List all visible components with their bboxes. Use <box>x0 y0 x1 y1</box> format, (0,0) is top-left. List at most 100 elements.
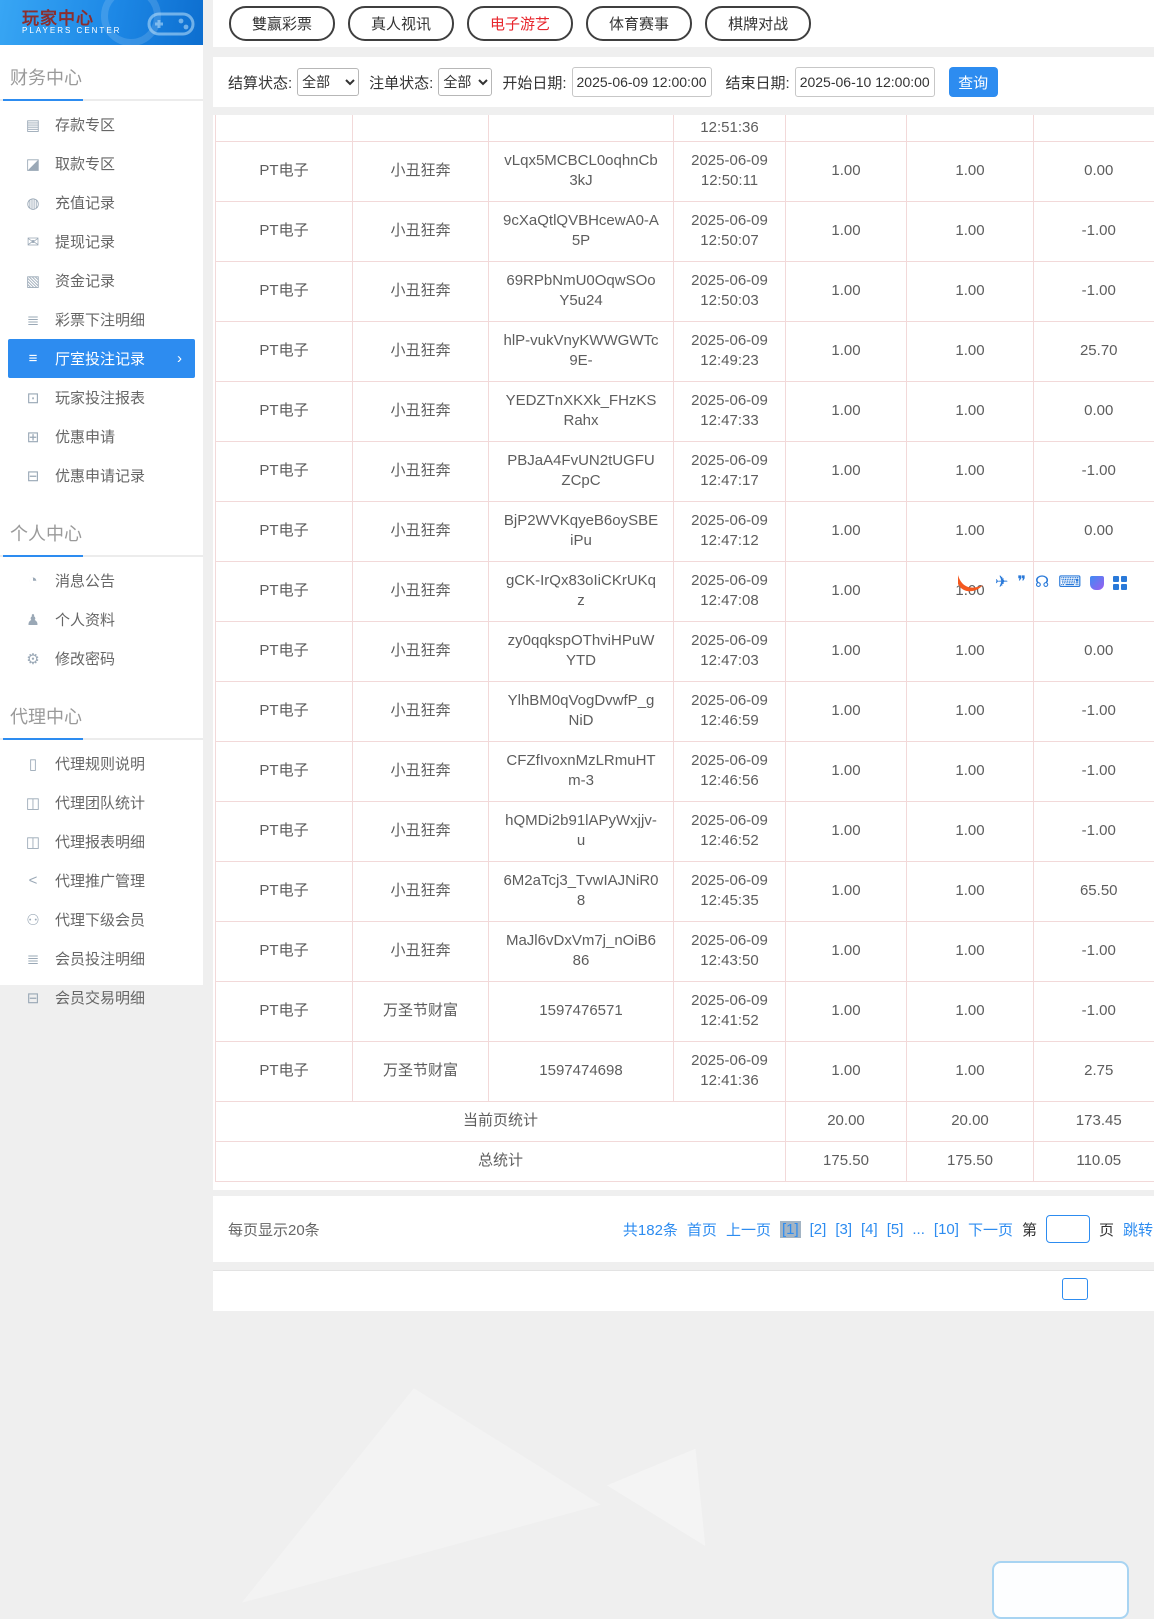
page-stats-winloss: 173.45 <box>1034 1101 1154 1141</box>
ime-logo[interactable] <box>956 572 986 594</box>
sidebar-item[interactable]: ≣彩票下注明细 <box>0 300 203 339</box>
order-status-label: 注单状态: <box>369 72 433 93</box>
last-page-link[interactable]: [10] <box>934 1221 959 1238</box>
plane-icon[interactable]: ✈ <box>995 573 1008 593</box>
search-button[interactable]: 查询 <box>949 67 998 97</box>
grid-icon[interactable] <box>1113 576 1127 590</box>
order-no-cell: vLqx5MCBCL0oqhnCb3kJ <box>489 141 674 201</box>
game-tab[interactable]: 棋牌对战 <box>705 6 811 41</box>
page-link[interactable]: [2] <box>810 1221 827 1238</box>
game-tab[interactable]: 体育赛事 <box>586 6 692 41</box>
platform-cell: PT电子 <box>216 861 353 921</box>
sidebar-item[interactable]: ≡厅室投注记录› <box>8 339 195 378</box>
sidebar-item[interactable]: ♟个人资料 <box>0 600 203 639</box>
team-stats-icon: ◫ <box>24 794 42 812</box>
page-link[interactable]: [4] <box>861 1221 878 1238</box>
sidebar-item[interactable]: ▧资金记录 <box>0 261 203 300</box>
time-cell: 2025-06-09 12:50:03 <box>674 261 786 321</box>
game-tab[interactable]: 电子游艺 <box>467 6 573 41</box>
settle-status-select[interactable]: 全部 <box>297 68 359 96</box>
sidebar-item-label: 代理报表明细 <box>55 831 145 852</box>
table-row: PT电子小丑狂奔vLqx5MCBCL0oqhnCb3kJ2025-06-09 1… <box>216 141 1154 201</box>
keyboard-icon[interactable]: ⌨ <box>1058 573 1081 593</box>
end-date-input[interactable] <box>795 67 935 97</box>
end-date-label: 结束日期: <box>726 72 790 93</box>
page-stats-valid: 20.00 <box>907 1101 1034 1141</box>
sidebar-item[interactable]: ◍充值记录 <box>0 183 203 222</box>
bet-amount-cell: 1.00 <box>786 801 907 861</box>
order-no-cell: YEDZTnXKXk_FHzKSRahx <box>489 381 674 441</box>
start-date-input[interactable] <box>572 67 712 97</box>
page-link[interactable]: [5] <box>887 1221 904 1238</box>
order-no-cell: gCK-IrQx83oIiCKrUKqz <box>489 561 674 621</box>
secondary-jump-input[interactable] <box>1062 1278 1088 1300</box>
order-no-cell: 69RPbNmU0OqwSOoY5u24 <box>489 261 674 321</box>
section-underline <box>0 738 203 740</box>
page-link[interactable]: [3] <box>835 1221 852 1238</box>
order-no-cell: CFZfIvoxnMzLRmuHTm-3 <box>489 741 674 801</box>
table-row: PT电子小丑狂奔YEDZTnXKXk_FHzKSRahx2025-06-09 1… <box>216 381 1154 441</box>
order-no-cell: zy0qqkspOThviHPuWYTD <box>489 621 674 681</box>
sidebar-item[interactable]: ▯代理规则说明 <box>0 744 203 783</box>
page-stats-row: 当前页统计 20.00 20.00 173.45 <box>216 1101 1154 1141</box>
sidebar-item[interactable]: <代理推广管理 <box>0 861 203 900</box>
valid-bet-cell: 1.00 <box>907 1041 1034 1101</box>
order-no-cell: MaJl6vDxVm7j_nOiB686 <box>489 921 674 981</box>
time-cell: 2025-06-09 12:45:35 <box>674 861 786 921</box>
sidebar-item-label: 修改密码 <box>55 648 115 669</box>
sidebar-item[interactable]: ≣会员投注明细 <box>0 939 203 978</box>
game-tab[interactable]: 真人视讯 <box>348 6 454 41</box>
section-underline <box>0 555 203 557</box>
sidebar-item[interactable]: ◪取款专区 <box>0 144 203 183</box>
total-stats-label: 总统计 <box>216 1141 786 1181</box>
sidebar-item[interactable]: ✉提现记录 <box>0 222 203 261</box>
sidebar-item-label: 资金记录 <box>55 270 115 291</box>
sidebar-item[interactable]: ◫代理团队统计 <box>0 783 203 822</box>
order-status-select[interactable]: 全部 <box>438 68 492 96</box>
game-cell: 小丑狂奔 <box>353 381 489 441</box>
gear-icon: ⚙ <box>24 650 42 668</box>
table-row: PT电子万圣节财富15974746982025-06-09 12:41:361.… <box>216 1041 1154 1101</box>
platform-cell: PT电子 <box>216 1041 353 1101</box>
paint-bucket-icon[interactable] <box>1090 576 1104 590</box>
background-triangle-decoration <box>213 1362 607 1603</box>
game-cell: 小丑狂奔 <box>353 741 489 801</box>
hall-bet-record-icon: ≡ <box>24 350 42 367</box>
sidebar-item[interactable]: ▤存款专区 <box>0 105 203 144</box>
sidebar-item[interactable]: ⊞优惠申请 <box>0 417 203 456</box>
game-tab[interactable]: 雙赢彩票 <box>229 6 335 41</box>
quote-icon[interactable]: ❞ <box>1017 573 1026 593</box>
floating-widget[interactable] <box>992 1561 1129 1619</box>
report-detail-icon: ◫ <box>24 833 42 851</box>
app-header: 玩家中心 PLAYERS CENTER <box>0 0 203 45</box>
win-loss-cell: 0.00 <box>1034 381 1154 441</box>
sidebar-item-label: 厅室投注记录 <box>55 348 145 369</box>
bet-table-body: 12:51:36PT电子小丑狂奔vLqx5MCBCL0oqhnCb3kJ2025… <box>216 115 1154 1101</box>
ime-toolbar: ✈ ❞ ☊ ⌨ <box>956 572 1127 594</box>
bet-records-table: 12:51:36PT电子小丑狂奔vLqx5MCBCL0oqhnCb3kJ2025… <box>215 115 1154 1182</box>
sidebar-item[interactable]: ⊟优惠申请记录 <box>0 456 203 495</box>
sidebar-item[interactable]: ⊡玩家投注报表 <box>0 378 203 417</box>
first-page-link[interactable]: 首页 <box>687 1219 717 1240</box>
gamepad-icon <box>145 6 197 40</box>
sidebar-item[interactable]: ◔消息公告 <box>0 561 203 600</box>
page-jump-input[interactable] <box>1046 1215 1090 1243</box>
headset-icon[interactable]: ☊ <box>1035 573 1049 593</box>
table-row: PT电子小丑狂奔CFZfIvoxnMzLRmuHTm-32025-06-09 1… <box>216 741 1154 801</box>
sidebar-item[interactable]: ⊟会员交易明细 <box>0 978 203 1017</box>
page-link[interactable]: [1] <box>780 1221 801 1238</box>
total-stats-valid: 175.50 <box>907 1141 1034 1181</box>
player-bet-report-icon: ⊡ <box>24 389 42 407</box>
withdrawal-record-icon: ✉ <box>24 233 42 251</box>
sidebar-item[interactable]: ⚙ 修改密码 <box>0 639 203 678</box>
time-cell: 2025-06-09 12:41:36 <box>674 1041 786 1101</box>
sidebar-item[interactable]: ⚇代理下级会员 <box>0 900 203 939</box>
win-loss-cell: -1.00 <box>1034 921 1154 981</box>
sidebar-item[interactable]: ◫ 代理报表明细 <box>0 822 203 861</box>
table-row: PT电子小丑狂奔PBJaA4FvUN2tUGFUZCpC2025-06-09 1… <box>216 441 1154 501</box>
valid-bet-cell: 1.00 <box>907 141 1034 201</box>
next-page-link[interactable]: 下一页 <box>968 1219 1013 1240</box>
background-triangle-decoration <box>599 1430 728 1546</box>
jump-button[interactable]: 跳转 <box>1123 1219 1153 1240</box>
prev-page-link[interactable]: 上一页 <box>726 1219 771 1240</box>
